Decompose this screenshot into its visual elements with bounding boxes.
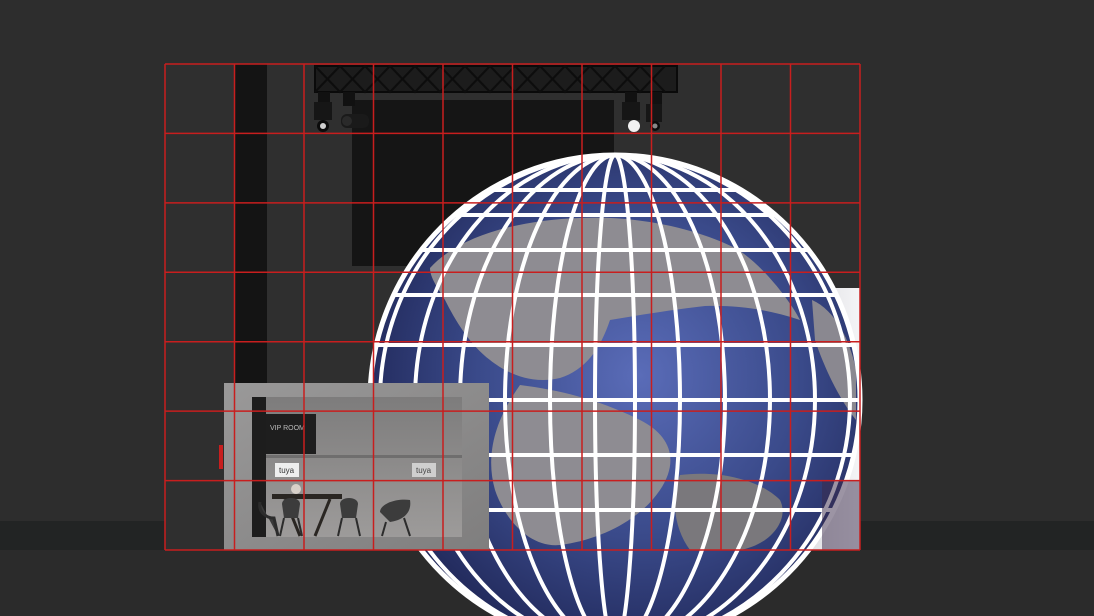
tuya-logo-text: tuya (279, 466, 295, 475)
tuya-logo-text-right: tuya (416, 466, 432, 475)
booth-render: VIP ROOM tuya tuya (0, 0, 1094, 616)
red-marker (219, 445, 223, 469)
vip-room-sign (266, 414, 316, 454)
truss-icon (314, 64, 678, 94)
vip-room-sign-text: VIP ROOM (270, 425, 305, 432)
render-canvas: VIP ROOM tuya tuya (0, 0, 1094, 616)
vip-room: VIP ROOM tuya tuya (224, 383, 489, 550)
